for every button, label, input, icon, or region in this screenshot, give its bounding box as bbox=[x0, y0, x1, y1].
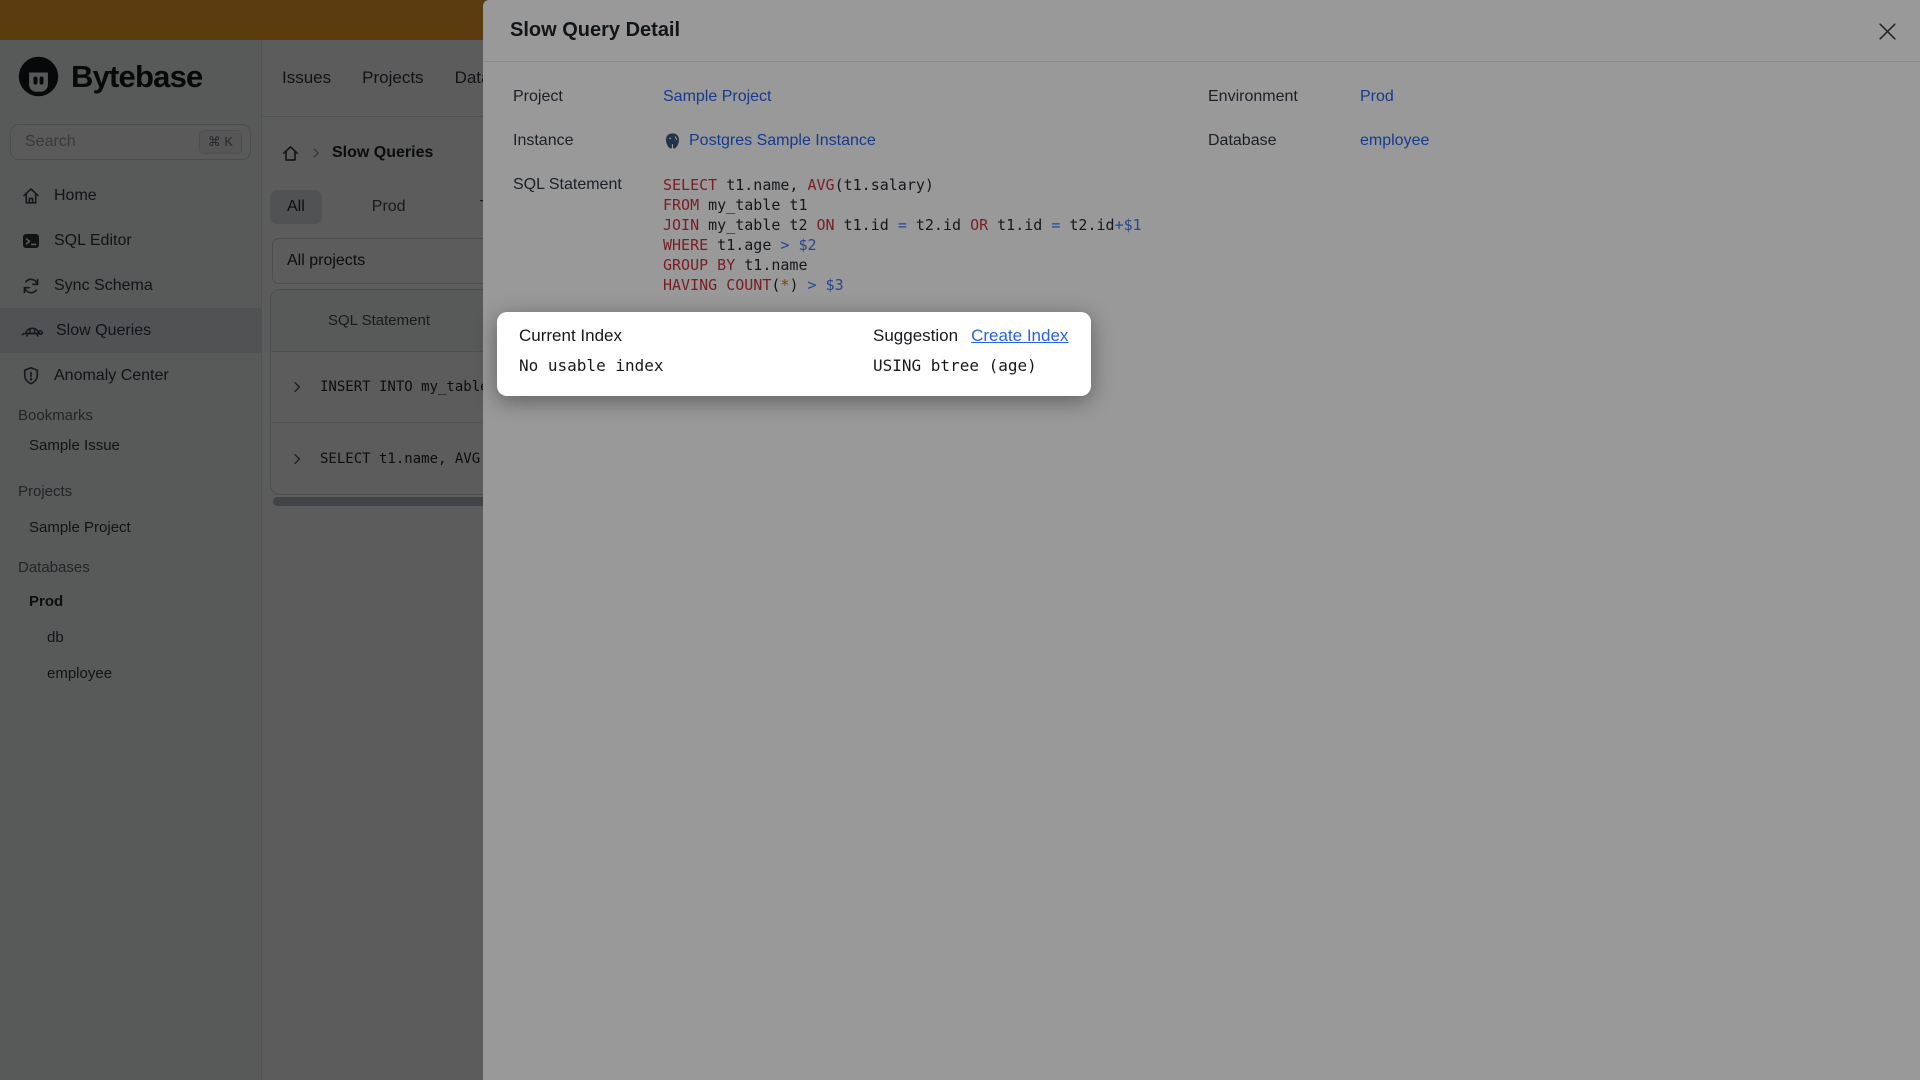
current-index-label: Current Index bbox=[519, 326, 622, 345]
index-suggestion-card: Current Index Suggestion Create Index No … bbox=[497, 312, 1091, 396]
suggestion-label-text: Suggestion bbox=[873, 326, 959, 345]
app-screen: Bytebase Search ⌘ K Home SQL Editor Sync… bbox=[0, 0, 1920, 1080]
create-index-link[interactable]: Create Index bbox=[971, 326, 1068, 345]
suggestion-value: USING btree (age) bbox=[873, 356, 1037, 375]
suggestion-label: Suggestion Create Index bbox=[873, 326, 1068, 346]
popover-backdrop bbox=[0, 0, 1920, 1080]
current-index-value: No usable index bbox=[519, 356, 664, 375]
